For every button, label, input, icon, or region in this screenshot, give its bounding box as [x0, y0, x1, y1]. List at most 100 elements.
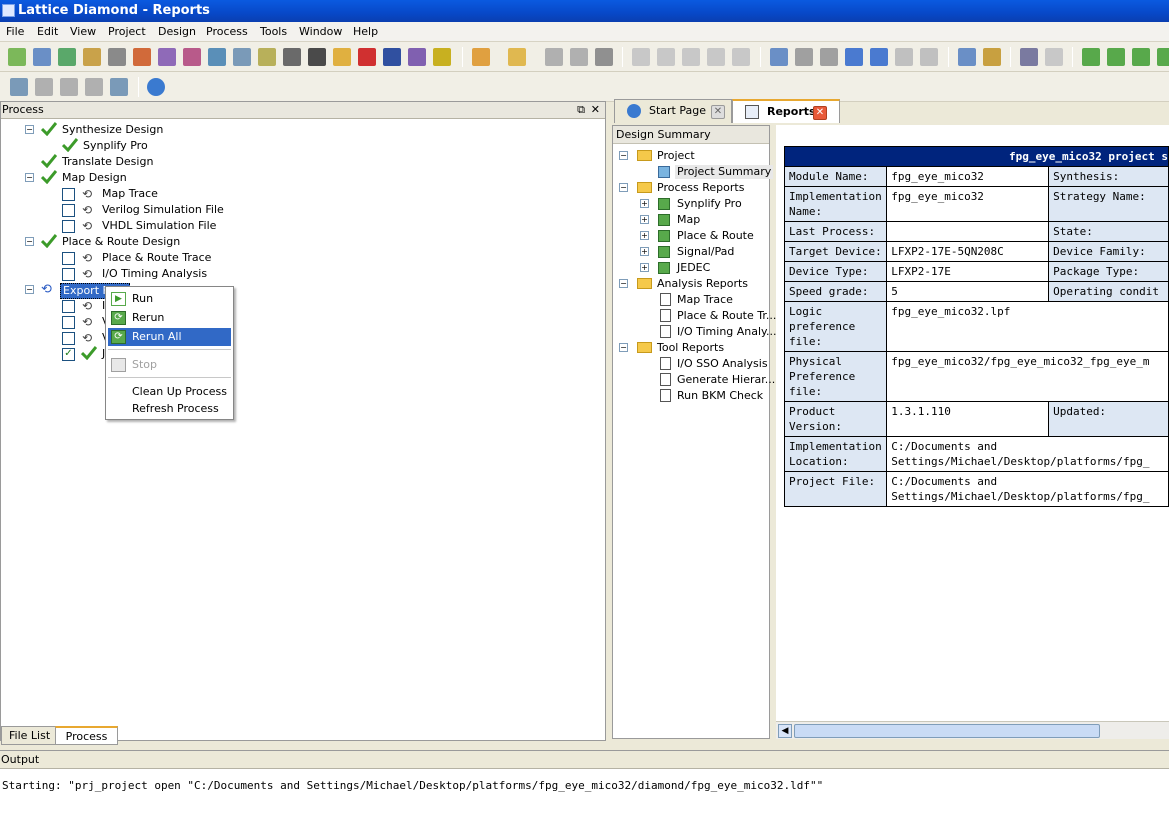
- menu-item-rerun-all[interactable]: ⟳ Rerun All: [108, 328, 231, 346]
- timing-icon[interactable]: [208, 48, 226, 66]
- tree-node[interactable]: Map: [677, 213, 700, 227]
- process-item[interactable]: Translate Design: [62, 155, 153, 169]
- table-icon[interactable]: [795, 48, 813, 66]
- process-item[interactable]: Verilog Simulation File: [102, 203, 224, 217]
- menu-edit[interactable]: Edit: [37, 25, 58, 38]
- checklist-icon[interactable]: [958, 48, 976, 66]
- view-restore-icon[interactable]: [85, 78, 103, 96]
- process-item[interactable]: Place & Route Trace: [102, 251, 211, 265]
- verify-icon[interactable]: [1045, 48, 1063, 66]
- menu-file[interactable]: File: [6, 25, 24, 38]
- collapse-icon[interactable]: −: [619, 183, 628, 192]
- close-icon[interactable]: ✕: [711, 105, 725, 119]
- spreadsheet-icon[interactable]: [33, 48, 51, 66]
- rerun-icon[interactable]: [1107, 48, 1125, 66]
- tree-node[interactable]: Generate Hierar...: [677, 373, 775, 387]
- netlist-icon[interactable]: [183, 48, 201, 66]
- process-checkbox[interactable]: [62, 188, 75, 201]
- collapse-icon[interactable]: −: [619, 279, 628, 288]
- run-icon[interactable]: [1082, 48, 1100, 66]
- process-item[interactable]: Map Design: [62, 171, 127, 185]
- tree-node[interactable]: I/O SSO Analysis: [677, 357, 768, 371]
- collapse-icon[interactable]: −: [25, 125, 34, 134]
- menu-tools[interactable]: Tools: [260, 25, 287, 38]
- process-item[interactable]: VHDL Simulation File: [102, 219, 216, 233]
- tree-node[interactable]: Synplify Pro: [677, 197, 742, 211]
- rerun-all-icon[interactable]: [1132, 48, 1150, 66]
- process-checkbox[interactable]: [62, 300, 75, 313]
- process-checkbox[interactable]: [62, 316, 75, 329]
- tree-node[interactable]: Run BKM Check: [677, 389, 763, 403]
- process-checkbox[interactable]: [62, 220, 75, 233]
- device-view-icon[interactable]: [83, 48, 101, 66]
- copy-icon[interactable]: [707, 48, 725, 66]
- tree-node[interactable]: Signal/Pad: [677, 245, 734, 259]
- collapse-icon[interactable]: −: [25, 285, 34, 294]
- paste-icon[interactable]: [732, 48, 750, 66]
- tab-process[interactable]: Process: [55, 726, 118, 745]
- grid-icon[interactable]: [820, 48, 838, 66]
- menu-process[interactable]: Process: [206, 25, 248, 38]
- zoom-fit-icon[interactable]: [895, 48, 913, 66]
- float-icon[interactable]: ⧉: [577, 102, 585, 118]
- new-file-icon[interactable]: [472, 48, 490, 66]
- zoom-area-icon[interactable]: [920, 48, 938, 66]
- view-left-icon[interactable]: [10, 78, 28, 96]
- expand-icon[interactable]: +: [640, 263, 649, 272]
- process-checkbox-checked[interactable]: ✓: [62, 348, 75, 361]
- save-icon[interactable]: [545, 48, 563, 66]
- open-file-icon[interactable]: [508, 48, 526, 66]
- zoom-in-icon[interactable]: [845, 48, 863, 66]
- ip-express-icon[interactable]: [283, 48, 301, 66]
- menu-item-stop[interactable]: Stop: [108, 356, 231, 374]
- floorplan-icon[interactable]: [133, 48, 151, 66]
- zoom-out-icon[interactable]: [870, 48, 888, 66]
- analysis-icon[interactable]: [258, 48, 276, 66]
- hierarchy-icon[interactable]: [233, 48, 251, 66]
- process-item[interactable]: Map Trace: [102, 187, 158, 201]
- process-item[interactable]: I/O Timing Analysis: [102, 267, 207, 281]
- cut-icon[interactable]: [682, 48, 700, 66]
- tab-start-page[interactable]: Start Page ✕: [614, 99, 732, 123]
- scroll-left-icon[interactable]: ◀: [778, 724, 792, 738]
- scrollbar-thumb[interactable]: [794, 724, 1100, 738]
- physical-view-icon[interactable]: [158, 48, 176, 66]
- expand-icon[interactable]: +: [640, 215, 649, 224]
- menu-item-rerun[interactable]: ⟳ Rerun: [108, 309, 231, 327]
- horizontal-scrollbar[interactable]: ◀: [776, 721, 1169, 739]
- process-item[interactable]: Synthesize Design: [62, 123, 163, 137]
- tab-reports[interactable]: Reports ✕: [732, 99, 840, 123]
- power-icon[interactable]: [333, 48, 351, 66]
- undo-icon[interactable]: [632, 48, 650, 66]
- chip-icon[interactable]: [108, 48, 126, 66]
- process-checkbox[interactable]: [62, 204, 75, 217]
- menu-project[interactable]: Project: [108, 25, 146, 38]
- expand-icon[interactable]: +: [640, 231, 649, 240]
- expand-icon[interactable]: +: [640, 199, 649, 208]
- tree-node[interactable]: Place & Route Tr...: [677, 309, 776, 323]
- view-split-icon[interactable]: [35, 78, 53, 96]
- tree-node[interactable]: I/O Timing Analy...: [677, 325, 777, 339]
- network-icon[interactable]: [1020, 48, 1038, 66]
- print-icon[interactable]: [595, 48, 613, 66]
- tree-node[interactable]: Process Reports: [657, 181, 744, 195]
- process-checkbox[interactable]: [62, 332, 75, 345]
- memory-icon[interactable]: [308, 48, 326, 66]
- process-item[interactable]: Place & Route Design: [62, 235, 180, 249]
- menu-item-refresh[interactable]: Refresh Process: [108, 400, 231, 418]
- tree-node[interactable]: Tool Reports: [657, 341, 724, 355]
- notes-icon[interactable]: [983, 48, 1001, 66]
- collapse-icon[interactable]: −: [25, 173, 34, 182]
- tree-node-selected[interactable]: Project Summary: [675, 165, 774, 179]
- close-icon[interactable]: ✕: [591, 102, 600, 118]
- tree-node[interactable]: Analysis Reports: [657, 277, 748, 291]
- globe-icon[interactable]: [147, 78, 165, 96]
- tree-node[interactable]: JEDEC: [677, 261, 710, 275]
- tree-node[interactable]: Project: [657, 149, 695, 163]
- design-wizard-icon[interactable]: [8, 48, 26, 66]
- collapse-icon[interactable]: −: [25, 237, 34, 246]
- view-bottom-icon[interactable]: [60, 78, 78, 96]
- menu-help[interactable]: Help: [353, 25, 378, 38]
- stop-icon[interactable]: [1157, 48, 1169, 66]
- menu-design[interactable]: Design: [158, 25, 196, 38]
